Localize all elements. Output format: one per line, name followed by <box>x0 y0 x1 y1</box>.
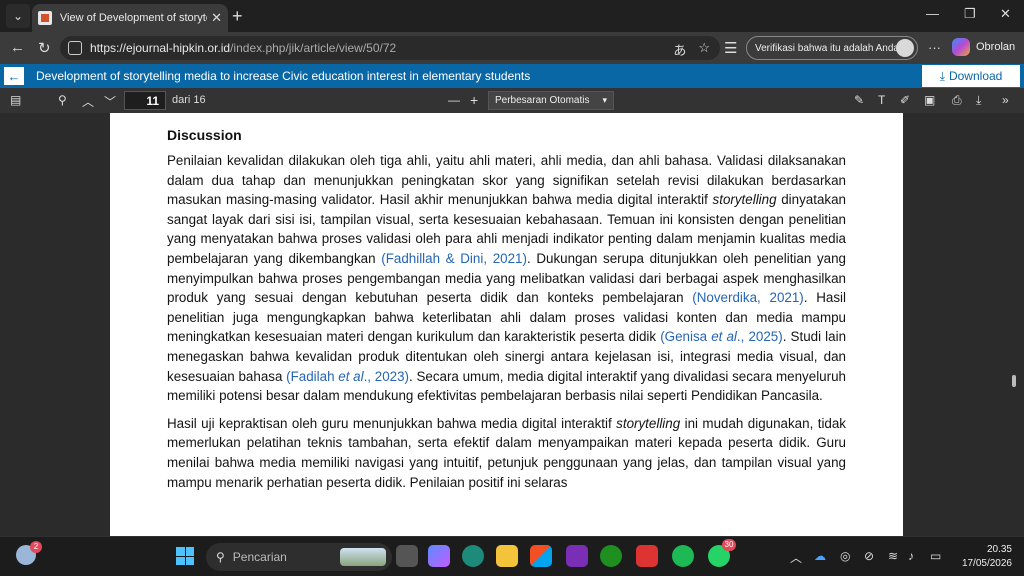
restore-icon[interactable]: ❐ <box>964 6 976 22</box>
find-search-icon[interactable]: ⚲ <box>58 93 67 107</box>
save-icon[interactable]: ⤓ <box>976 93 981 108</box>
browser-tab[interactable]: View of Development of storytelling ✕ <box>32 4 228 32</box>
weather-badge: 2 <box>30 541 42 553</box>
download-icon: ⤓ <box>939 68 945 83</box>
refresh-icon[interactable]: ↻ <box>38 39 51 57</box>
address-bar-row: ← ↻ https://ejournal-hipkin.or.id/index.… <box>0 32 1024 64</box>
section-heading: Discussion <box>167 127 242 143</box>
store-icon[interactable] <box>530 545 552 567</box>
search-highlight-image <box>340 548 386 566</box>
chevron-down-icon: ▾ <box>602 95 607 105</box>
task-view-icon[interactable] <box>396 545 418 567</box>
new-tab-button[interactable]: + <box>232 6 243 27</box>
search-icon: ⚲ <box>216 550 225 564</box>
search-placeholder: Pencarian <box>232 550 287 564</box>
volume-icon[interactable]: ♪ <box>908 549 914 563</box>
pdf-viewer[interactable]: Discussion Penilaian kevalidan dilakukan… <box>0 113 1024 536</box>
paragraph-text: storytelling <box>616 415 681 431</box>
edge-browser-icon[interactable] <box>462 545 484 567</box>
onedrive-icon[interactable]: ☁ <box>814 549 826 563</box>
profile-verify-button[interactable]: Verifikasi bahwa itu adalah Anda <box>746 36 918 60</box>
print-icon[interactable]: ⎙ <box>952 93 962 108</box>
tab-actions-button[interactable]: ⌄ <box>6 4 30 28</box>
citation-link[interactable]: (Noverdika, 2021) <box>692 290 803 305</box>
paragraph-practicality: Hasil uji kepraktisan oleh guru menunjuk… <box>167 414 846 492</box>
highlight-icon[interactable]: ✎ <box>854 93 864 107</box>
citation-link[interactable]: ., 2025) <box>737 329 783 344</box>
previous-page-icon[interactable]: ︿ <box>82 93 94 110</box>
copilot-button[interactable]: Obrolan <box>952 38 1015 56</box>
address-bar[interactable]: https://ejournal-hipkin.or.id/index.php/… <box>60 36 720 60</box>
citation-link[interactable]: et al <box>338 369 363 384</box>
minimize-icon[interactable]: — <box>926 6 939 21</box>
article-title: Development of storytelling media to inc… <box>36 69 531 83</box>
article-banner: ← Development of storytelling media to i… <box>0 64 1024 88</box>
tab-strip: ⌄ View of Development of storytelling ✕ … <box>0 0 1024 32</box>
site-info-icon[interactable] <box>68 41 82 55</box>
profile-avatar <box>896 39 914 57</box>
profile-verify-label: Verifikasi bahwa itu adalah Anda <box>755 42 899 54</box>
paragraph-text: Hasil uji kepraktisan oleh guru menunjuk… <box>167 415 617 431</box>
wps-office-icon[interactable] <box>636 545 658 567</box>
citation-link[interactable]: et al <box>711 329 737 344</box>
start-windows-icon[interactable] <box>176 547 194 565</box>
paragraph-validity: Penilaian kevalidan dilakukan oleh tiga … <box>167 151 846 406</box>
taskbar-search[interactable]: ⚲ Pencarian <box>206 543 392 571</box>
page-count: dari 16 <box>172 94 206 106</box>
zoom-in-icon[interactable]: + <box>470 92 478 108</box>
whatsapp-badge: 30 <box>722 539 736 551</box>
zoom-select[interactable]: Perbesaran Otomatis ▾ <box>488 91 614 110</box>
xbox-icon[interactable] <box>600 545 622 567</box>
copilot-label: Obrolan <box>976 41 1016 53</box>
copilot-app-icon[interactable] <box>428 545 450 567</box>
download-button[interactable]: ⤓ Download <box>922 65 1020 87</box>
battery-icon[interactable]: ▭ <box>930 549 941 563</box>
taskbar: 2 ⚲ Pencarian 30 ︿ ☁ ◎ ⊘ ≋ ♪ ▭ 20.35 17/… <box>0 536 1024 576</box>
file-explorer-icon[interactable] <box>496 545 518 567</box>
more-tools-icon[interactable]: » <box>1002 93 1009 107</box>
tab-title: View of Development of storytelling <box>59 12 207 24</box>
close-window-icon[interactable]: ✕ <box>1000 6 1011 22</box>
translate-icon[interactable]: あ <box>673 40 686 59</box>
sidebar-toggle-icon[interactable]: ▤ <box>10 93 21 107</box>
wifi-icon[interactable]: ≋ <box>888 549 898 563</box>
text-tool-icon[interactable]: T <box>878 93 885 107</box>
citation-link[interactable]: (Fadilah <box>286 369 338 384</box>
clock-time: 20.35 <box>986 544 1012 555</box>
site-favicon-icon <box>38 11 52 25</box>
download-label: Download <box>948 69 1003 83</box>
more-menu-icon[interactable]: ··· <box>928 40 941 55</box>
citation-link[interactable]: (Genisa <box>660 329 711 344</box>
zoom-out-icon[interactable]: — <box>448 93 460 107</box>
back-arrow-icon[interactable]: ← <box>10 39 25 56</box>
whatsapp-icon[interactable]: 30 <box>708 539 736 567</box>
zoom-value: Perbesaran Otomatis <box>495 95 590 106</box>
favorite-star-icon[interactable]: ☆ <box>698 40 710 59</box>
hidden-icons-chevron-icon[interactable]: ︿ <box>790 549 802 566</box>
spotify-icon[interactable] <box>672 545 694 567</box>
back-to-article-button[interactable]: ← <box>4 67 24 85</box>
pdf-toolbar: ▤ ⚲ ︿ ﹀ 11 dari 16 — + Perbesaran Otomat… <box>0 88 1024 113</box>
system-clock[interactable]: 20.35 17/05/2026 <box>962 543 1012 571</box>
scrollbar-thumb[interactable] <box>1012 375 1016 387</box>
instagram-icon[interactable] <box>566 545 588 567</box>
next-page-icon[interactable]: ﹀ <box>104 93 116 110</box>
network-off-icon[interactable]: ⊘ <box>864 549 874 563</box>
citation-link[interactable]: ., 2023) <box>364 369 409 384</box>
citation-link[interactable]: (Fadhillah & Dini, 2021) <box>381 251 527 266</box>
weather-widget-icon[interactable]: 2 <box>16 541 42 565</box>
clock-date: 17/05/2026 <box>961 558 1012 569</box>
pdf-page: Discussion Penilaian kevalidan dilakukan… <box>110 113 903 536</box>
image-icon[interactable]: ▣ <box>924 93 935 107</box>
copilot-logo-icon <box>952 38 970 56</box>
close-tab-icon[interactable]: ✕ <box>211 10 222 26</box>
url-text: https://ejournal-hipkin.or.id/index.php/… <box>90 41 397 55</box>
page-number-input[interactable]: 11 <box>124 91 166 110</box>
paragraph-text: storytelling <box>712 192 777 208</box>
sync-icon[interactable]: ◎ <box>840 549 850 563</box>
favorites-list-icon[interactable]: ☰ <box>724 39 737 57</box>
draw-icon[interactable]: ✐ <box>900 93 910 107</box>
